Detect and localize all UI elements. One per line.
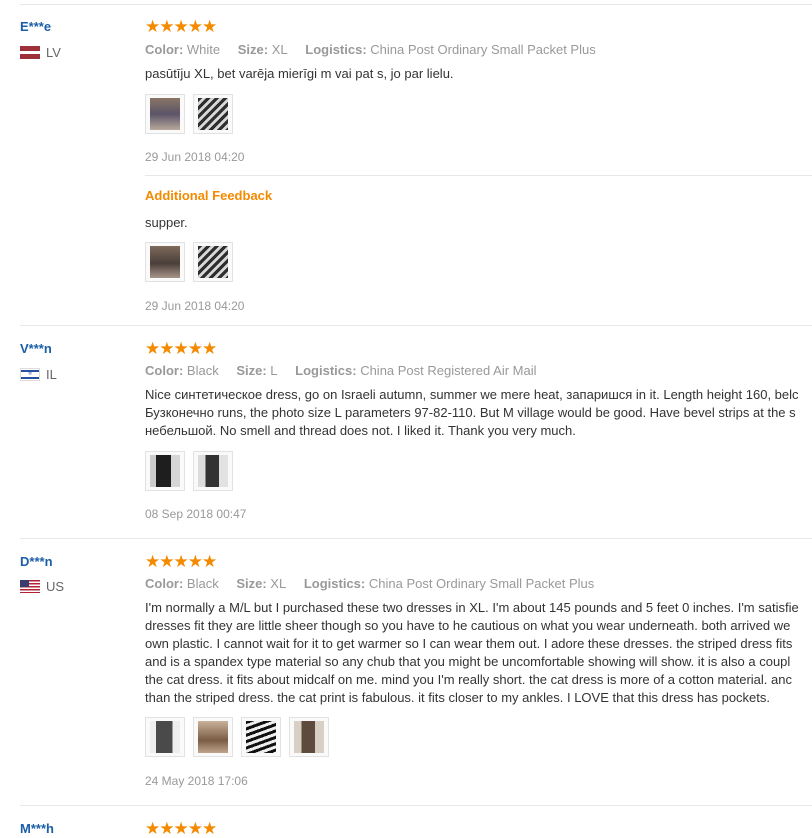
review-text-line: pasūtīju XL, bet varēja mierīgi m vai pa… xyxy=(145,66,454,81)
logistics-label: Logistics: xyxy=(303,576,366,591)
star-rating: ★★★★★ xyxy=(145,17,217,36)
size-label: Size: xyxy=(236,363,267,378)
color-label: Color: xyxy=(145,42,184,57)
country-code: IL xyxy=(46,367,57,382)
flag-us-icon xyxy=(20,580,40,593)
review-date: 29 Jun 2018 04:20 xyxy=(145,299,245,313)
reviewer-country: LV xyxy=(20,45,61,60)
review-text-line: Nice синтетическое dress, go on Israeli … xyxy=(145,387,799,402)
review-photos xyxy=(145,717,329,757)
color-value: White xyxy=(186,42,221,57)
review-photo[interactable] xyxy=(193,717,233,757)
reviewer-name[interactable]: E***e xyxy=(20,19,51,34)
additional-photos xyxy=(145,242,233,282)
size-value: L xyxy=(270,363,278,378)
logistics-label: Logistics: xyxy=(305,42,367,57)
color-label: Color: xyxy=(145,576,184,591)
flag-lv-icon xyxy=(20,46,40,59)
logistics-value: China Post Registered Air Mail xyxy=(360,363,537,378)
logistics-value: China Post Ordinary Small Packet Plus xyxy=(368,576,595,591)
order-info: Color: Black Size: XL Logistics: China P… xyxy=(145,576,594,591)
color-value: Black xyxy=(186,363,219,378)
review-date: 24 May 2018 17:06 xyxy=(145,774,248,788)
reviewer-name[interactable]: D***n xyxy=(20,554,53,569)
size-value: XL xyxy=(271,42,288,57)
review-photo[interactable] xyxy=(193,94,233,134)
review-text-line: the cat dress. it fits about midcalf on … xyxy=(145,672,792,687)
reviewer-name[interactable]: V***n xyxy=(20,341,52,356)
review-photo[interactable] xyxy=(193,451,233,491)
review-text-line: небельшой. No smell and thread does not.… xyxy=(145,423,576,438)
order-info: Color: White Size: XL Logistics: China P… xyxy=(145,42,596,57)
review-photo[interactable] xyxy=(289,717,329,757)
order-info: Color: Black Size: L Logistics: China Po… xyxy=(145,363,537,378)
size-label: Size: xyxy=(237,42,269,57)
divider xyxy=(20,538,812,539)
color-value: Black xyxy=(186,576,219,591)
review-text: pasūtīju XL, bet varēja mierīgi m vai pa… xyxy=(145,65,454,83)
review-photo[interactable] xyxy=(145,717,185,757)
review-photos xyxy=(145,94,233,134)
review-text-line: than the striped dress. the cat print is… xyxy=(145,690,771,705)
review-text-line: dresses fit they are little sheer though… xyxy=(145,618,791,633)
additional-feedback-text: supper. xyxy=(145,215,188,230)
review-photo[interactable] xyxy=(145,451,185,491)
additional-feedback-title: Additional Feedback xyxy=(145,188,273,203)
reviewer-country: ✡ IL xyxy=(20,367,57,382)
review-photo[interactable] xyxy=(241,717,281,757)
divider xyxy=(145,175,812,176)
review-photo[interactable] xyxy=(145,242,185,282)
country-code: LV xyxy=(46,45,61,60)
review-photos xyxy=(145,451,233,491)
review-photo[interactable] xyxy=(193,242,233,282)
review-date: 29 Jun 2018 04:20 xyxy=(145,150,245,164)
review-text-line: and is a spandex type material so any ch… xyxy=(145,654,791,669)
flag-il-icon: ✡ xyxy=(20,368,40,381)
review-text-line: Бузконечно runs, the photo size L parame… xyxy=(145,405,796,420)
review-text-line: I'm normally a M/L but I purchased these… xyxy=(145,600,799,615)
star-rating: ★★★★★ xyxy=(145,552,217,571)
divider xyxy=(20,325,812,326)
divider xyxy=(20,805,812,806)
logistics-value: China Post Ordinary Small Packet Plus xyxy=(370,42,596,57)
logistics-label: Logistics: xyxy=(295,363,357,378)
review-date: 08 Sep 2018 00:47 xyxy=(145,507,247,521)
review-text-line: own plastic. I cannot wait for it to get… xyxy=(145,636,793,651)
size-value: XL xyxy=(270,576,287,591)
size-label: Size: xyxy=(236,576,267,591)
review-photo[interactable] xyxy=(145,94,185,134)
divider xyxy=(20,4,812,5)
review-text: Nice синтетическое dress, go on Israeli … xyxy=(145,386,799,440)
star-rating: ★★★★★ xyxy=(145,339,217,358)
reviewer-country: US xyxy=(20,579,64,594)
country-code: US xyxy=(46,579,65,594)
color-label: Color: xyxy=(145,363,184,378)
review-text: I'm normally a M/L but I purchased these… xyxy=(145,599,799,707)
star-rating: ★★★★★ xyxy=(145,819,217,838)
